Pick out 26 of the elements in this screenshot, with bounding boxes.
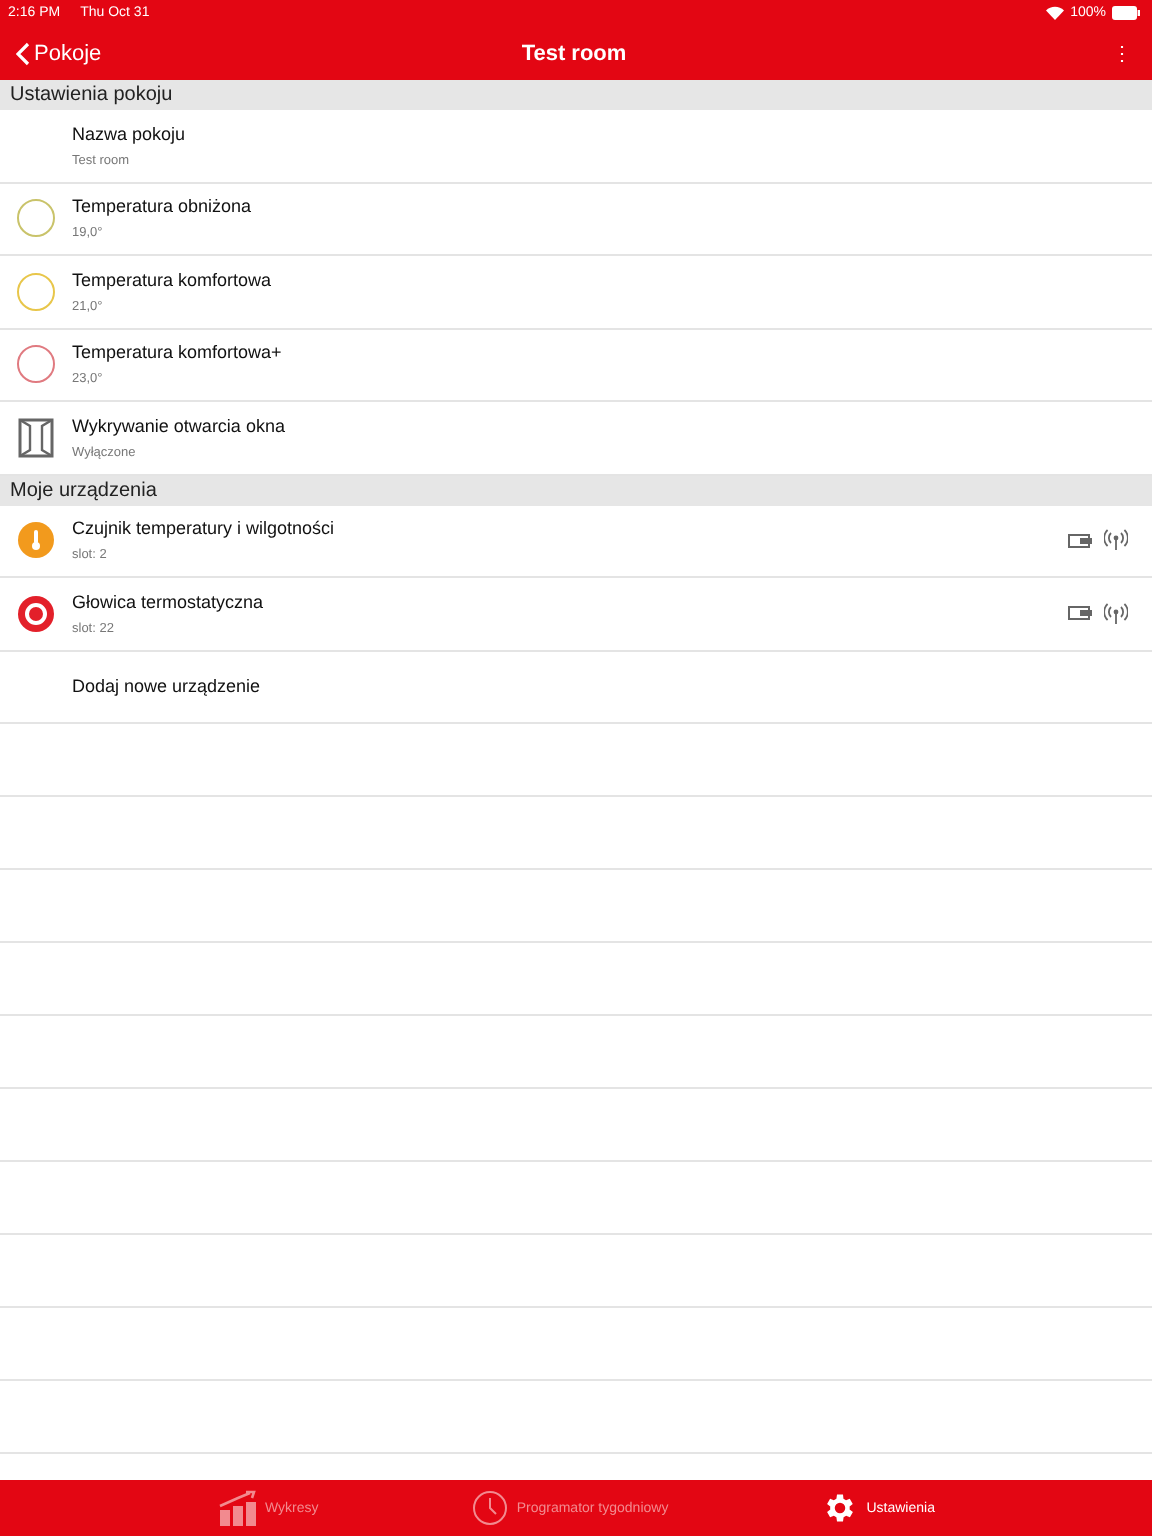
battery-icon xyxy=(1068,606,1092,621)
settings-icon xyxy=(822,1490,859,1526)
row-title: Nazwa pokoju xyxy=(72,123,188,144)
row-title: Temperatura komfortowa xyxy=(72,269,274,290)
battery-icon xyxy=(1112,6,1140,20)
row-title: Czujnik temperatury i wilgotności xyxy=(72,518,337,539)
row-title: Temperatura obniżona xyxy=(72,196,254,217)
signal-icon xyxy=(1104,601,1128,626)
row-title: Dodaj nowe urządzenie xyxy=(72,676,263,697)
signal-icon xyxy=(1104,528,1128,553)
row-title: Temperatura komfortowa+ xyxy=(72,342,284,363)
battery-icon xyxy=(1068,533,1092,548)
back-button[interactable]: Pokoje xyxy=(8,41,110,65)
section-header: Moje urządzenia xyxy=(0,475,1152,505)
row-title: Wykrywanie otwarcia okna xyxy=(72,415,287,436)
row-title: Głowica termostatyczna xyxy=(72,591,266,612)
wifi-icon xyxy=(1046,6,1065,20)
clock-icon xyxy=(472,1490,509,1526)
thermometer-icon xyxy=(18,522,54,559)
more-button[interactable]: ⋮ xyxy=(1104,41,1140,65)
thermostat-icon xyxy=(18,595,54,632)
section-header: Ustawienia pokoju xyxy=(0,80,1152,110)
chart-icon xyxy=(217,1490,258,1526)
screen-title: Test room xyxy=(521,41,627,65)
chevron-left-icon xyxy=(16,41,30,65)
window-icon xyxy=(18,417,54,458)
